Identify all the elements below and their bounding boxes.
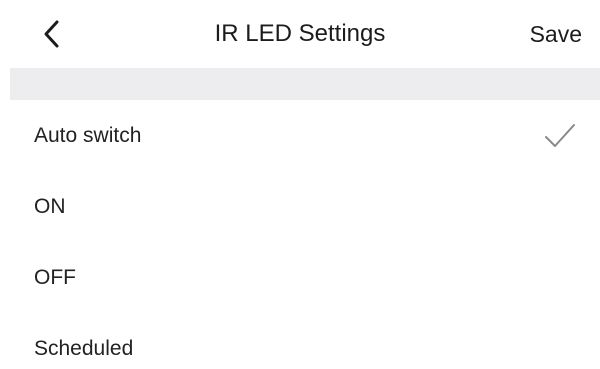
option-label: OFF [34,266,76,289]
section-divider [10,68,600,100]
option-label: ON [34,195,66,218]
nav-bar: IR LED Settings Save [0,0,600,68]
chevron-left-icon [42,19,62,49]
back-button[interactable] [34,16,70,52]
option-scheduled[interactable]: Scheduled [0,313,600,369]
checkmark-icon [544,122,576,150]
ir-led-settings-screen: IR LED Settings Save Auto switch ON OFF … [0,0,600,369]
option-label: Auto switch [34,124,142,147]
option-label: Scheduled [34,337,134,360]
option-on[interactable]: ON [0,171,600,242]
options-list: Auto switch ON OFF Scheduled [0,100,600,369]
option-auto-switch[interactable]: Auto switch [0,100,600,171]
page-title: IR LED Settings [214,20,386,47]
option-off[interactable]: OFF [0,242,600,313]
save-button[interactable]: Save [530,16,582,52]
